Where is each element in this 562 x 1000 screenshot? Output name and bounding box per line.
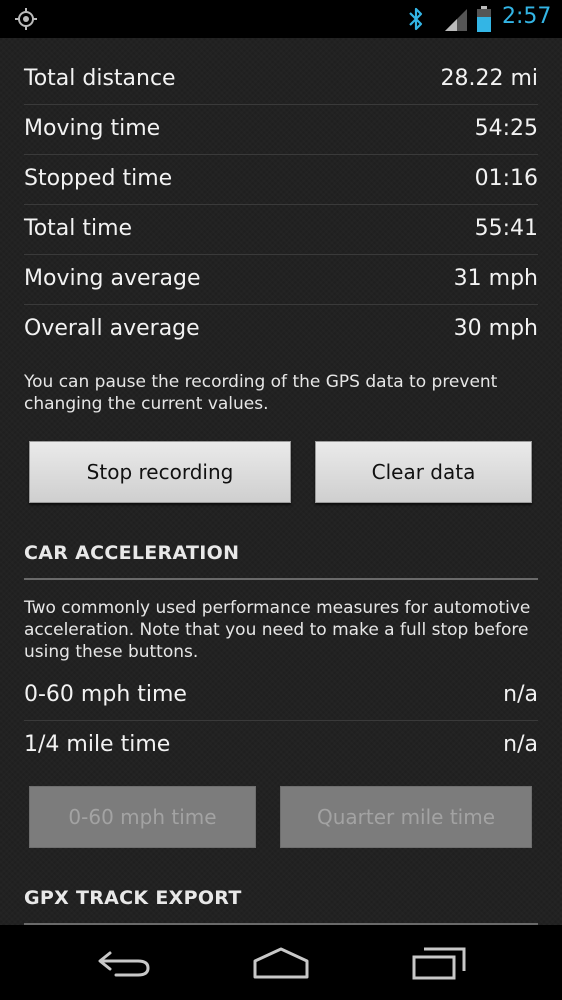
stat-label: 0-60 mph time	[24, 682, 187, 707]
status-clock: 2:57	[502, 4, 552, 29]
car-acceleration-header: CAR ACCELERATION	[24, 538, 538, 580]
stat-label: Moving time	[24, 116, 161, 141]
stat-label: Stopped time	[24, 166, 173, 191]
zero-sixty-button[interactable]: 0-60 mph time	[29, 786, 256, 848]
stat-label: Moving average	[24, 266, 201, 291]
stat-value: 54:25	[474, 116, 538, 141]
clear-data-button[interactable]: Clear data	[315, 441, 532, 503]
stat-value: n/a	[503, 682, 538, 707]
stat-label: Overall average	[24, 316, 200, 341]
stat-row-stopped-time: Stopped time 01:16	[24, 154, 538, 205]
back-icon[interactable]	[96, 947, 154, 979]
stat-label: Total distance	[24, 66, 176, 91]
navigation-bar	[0, 925, 562, 1000]
stat-value: 30 mph	[453, 316, 538, 341]
battery-icon	[477, 6, 491, 32]
stat-value: n/a	[503, 732, 538, 757]
stat-row-total-distance: Total distance 28.22 mi	[24, 54, 538, 105]
gpx-export-header: GPX TRACK EXPORT	[24, 883, 538, 925]
stat-row-zero-sixty: 0-60 mph time n/a	[24, 670, 538, 721]
app-screen: 2:57 Total distance 28.22 mi Moving time…	[0, 0, 562, 1000]
section-title: GPX TRACK EXPORT	[24, 887, 242, 909]
recent-apps-icon[interactable]	[410, 945, 468, 981]
stat-row-total-time: Total time 55:41	[24, 204, 538, 255]
status-bar: 2:57	[0, 0, 562, 38]
stat-value: 28.22 mi	[440, 66, 538, 91]
quarter-mile-button[interactable]: Quarter mile time	[280, 786, 532, 848]
stat-label: Total time	[24, 216, 133, 241]
stat-label: 1/4 mile time	[24, 732, 171, 757]
section-title: CAR ACCELERATION	[24, 542, 240, 564]
home-icon[interactable]	[251, 945, 311, 981]
acceleration-note: Two commonly used performance measures f…	[24, 598, 531, 662]
stat-value: 31 mph	[453, 266, 538, 291]
bluetooth-icon	[409, 7, 423, 31]
gps-icon	[15, 8, 37, 30]
main-content[interactable]: Total distance 28.22 mi Moving time 54:2…	[0, 38, 562, 925]
stat-row-moving-time: Moving time 54:25	[24, 104, 538, 155]
pause-note: You can pause the recording of the GPS d…	[24, 372, 498, 414]
stat-row-quarter-mile: 1/4 mile time n/a	[24, 720, 538, 770]
stat-value: 55:41	[474, 216, 538, 241]
signal-icon	[445, 9, 467, 31]
stat-row-overall-average: Overall average 30 mph	[24, 304, 538, 354]
stat-value: 01:16	[474, 166, 538, 191]
stop-recording-button[interactable]: Stop recording	[29, 441, 291, 503]
stat-row-moving-average: Moving average 31 mph	[24, 254, 538, 305]
